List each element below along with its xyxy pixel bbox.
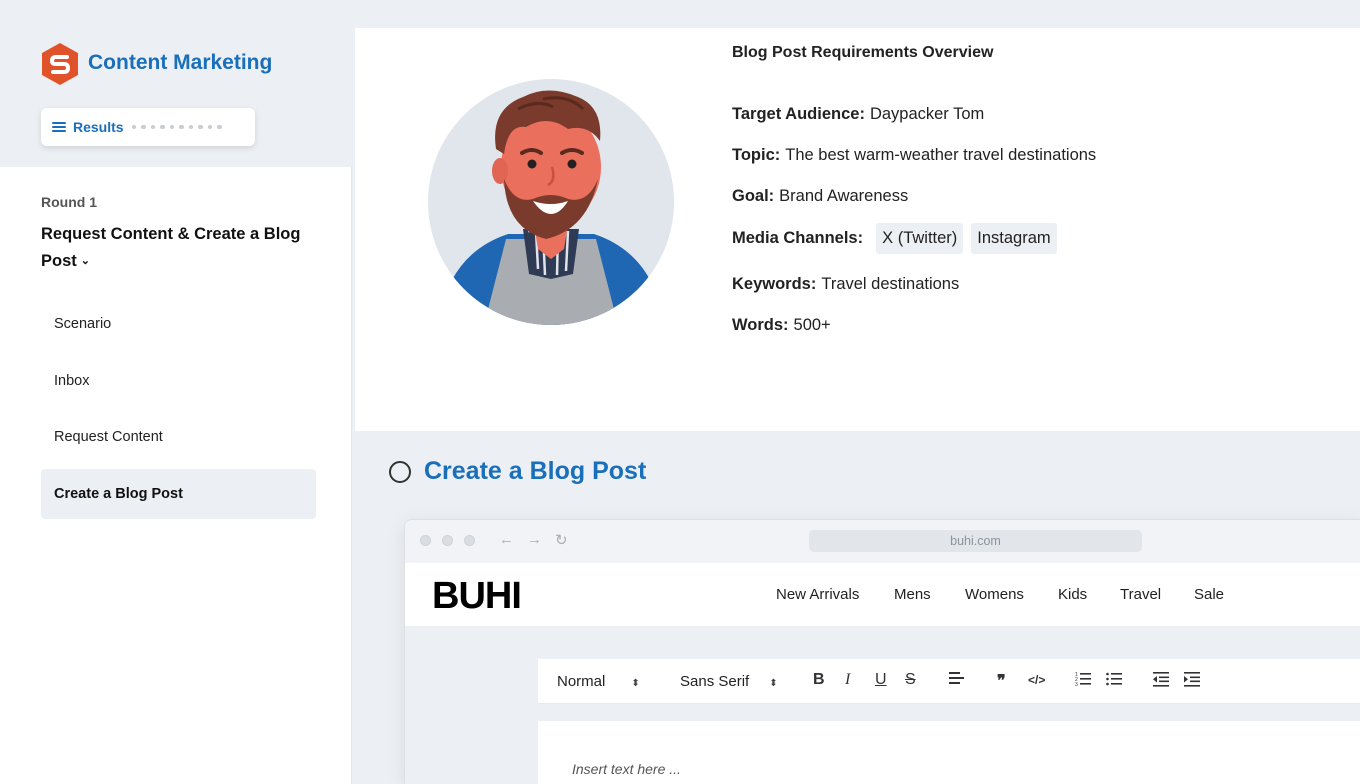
sidebar-item-inbox[interactable]: Inbox <box>41 356 316 406</box>
requirements-card: Blog Post Requirements Overview Target A… <box>355 28 1360 431</box>
align-icon[interactable] <box>949 671 965 690</box>
round-label: Round 1 <box>41 194 97 210</box>
sidebar-item-request-content[interactable]: Request Content <box>41 412 316 462</box>
underline-icon[interactable]: U <box>875 671 887 689</box>
task-title: Create a Blog Post <box>424 457 647 485</box>
font-select-value: Sans Serif <box>680 673 750 690</box>
media-channels-row: Media Channels: X (Twitter) Instagram <box>732 223 1065 254</box>
results-button[interactable]: Results <box>41 108 255 146</box>
topic-label: Topic: <box>732 146 781 164</box>
format-select-value: Normal <box>557 673 606 690</box>
topic-value: The best warm-weather travel destination… <box>785 146 1097 164</box>
forward-arrow-icon[interactable]: → <box>527 531 542 548</box>
select-arrows-icon: ⬍ <box>631 678 640 689</box>
reload-icon[interactable]: ↻ <box>555 531 568 549</box>
words-row: Words: 500+ <box>732 316 831 335</box>
window-dot-icon <box>464 535 475 546</box>
window-dot-icon <box>442 535 453 546</box>
ordered-list-icon[interactable]: 123 <box>1075 671 1091 692</box>
topic-row: Topic: The best warm-weather travel dest… <box>732 146 1096 165</box>
persona-avatar <box>428 79 674 325</box>
url-bar[interactable]: buhi.com <box>809 530 1142 552</box>
bold-icon[interactable]: B <box>813 671 825 689</box>
site-nav-womens[interactable]: Womens <box>965 586 1024 603</box>
format-select[interactable]: Normal ⬍ <box>557 673 640 690</box>
sidebar-header: Content Marketing Results <box>0 0 352 167</box>
sidebar-item-label: Scenario <box>54 316 112 332</box>
editor-toolbar: Normal ⬍ Sans Serif ⬍ B I U S ❞ </> 123 <box>538 659 1360 704</box>
site-nav-kids[interactable]: Kids <box>1058 586 1087 603</box>
results-label: Results <box>73 119 124 135</box>
progress-dots <box>131 124 222 130</box>
site-logo[interactable]: BUHI <box>432 575 522 618</box>
chevron-down-icon: ⌄ <box>80 255 90 267</box>
bullet-list-icon[interactable] <box>1106 671 1122 692</box>
sidebar-item-create-blog-post[interactable]: Create a Blog Post <box>41 469 316 519</box>
site-nav-sale[interactable]: Sale <box>1194 586 1224 603</box>
target-audience-label: Target Audience: <box>732 105 865 123</box>
site-nav-mens[interactable]: Mens <box>894 586 931 603</box>
indent-icon[interactable] <box>1184 671 1200 692</box>
sidebar-item-scenario[interactable]: Scenario <box>41 299 316 349</box>
browser-window: ← → ↻ buhi.com BUHI New Arrivals Mens Wo… <box>404 519 1360 784</box>
blockquote-icon[interactable]: ❞ <box>997 671 1006 691</box>
window-dot-icon <box>420 535 431 546</box>
target-audience-row: Target Audience: Daypacker Tom <box>732 105 984 124</box>
browser-chrome: ← → ↻ buhi.com <box>405 520 1360 563</box>
italic-icon[interactable]: I <box>845 671 850 689</box>
keywords-label: Keywords: <box>732 275 817 293</box>
sidebar-item-label: Request Content <box>54 429 163 445</box>
media-chip-instagram: Instagram <box>971 223 1057 254</box>
words-value: 500+ <box>793 316 831 334</box>
editor-placeholder: Insert text here ... <box>572 761 681 777</box>
media-channels-label: Media Channels: <box>732 229 864 247</box>
section-title[interactable]: Request Content & Create a Blog Post ⌄ <box>41 221 321 275</box>
font-select[interactable]: Sans Serif ⬍ <box>680 673 778 690</box>
site-header: BUHI New Arrivals Mens Womens Kids Trave… <box>405 563 1360 626</box>
sidebar: Content Marketing Results Round 1 Reques… <box>0 0 352 784</box>
strikethrough-icon[interactable]: S <box>905 671 916 689</box>
target-audience-value: Daypacker Tom <box>869 105 985 123</box>
sidebar-item-label: Inbox <box>54 373 90 389</box>
back-arrow-icon[interactable]: ← <box>499 531 514 548</box>
goal-value: Brand Awareness <box>779 187 909 205</box>
blog-editor[interactable]: Insert text here ... <box>538 721 1360 784</box>
svg-text:3: 3 <box>1075 682 1078 687</box>
requirements-title: Blog Post Requirements Overview <box>732 44 994 61</box>
persona-illustration <box>438 90 664 325</box>
code-block-icon[interactable]: </> <box>1028 673 1045 687</box>
app-title: Content Marketing <box>88 51 273 74</box>
menu-icon <box>52 122 66 132</box>
task-status-circle-icon[interactable] <box>389 461 411 483</box>
goal-label: Goal: <box>732 187 775 205</box>
site-nav-new-arrivals[interactable]: New Arrivals <box>776 586 859 603</box>
brand-logo-icon <box>42 43 78 85</box>
site-body: Normal ⬍ Sans Serif ⬍ B I U S ❞ </> 123 <box>405 626 1360 784</box>
keywords-value: Travel destinations <box>821 275 960 293</box>
site-nav-travel[interactable]: Travel <box>1120 586 1161 603</box>
goal-row: Goal: Brand Awareness <box>732 187 908 206</box>
select-arrows-icon: ⬍ <box>769 678 778 689</box>
keywords-row: Keywords: Travel destinations <box>732 275 959 294</box>
media-chip-x: X (Twitter) <box>876 223 964 254</box>
outdent-icon[interactable] <box>1153 671 1169 692</box>
words-label: Words: <box>732 316 789 334</box>
sidebar-item-label: Create a Blog Post <box>54 486 183 502</box>
